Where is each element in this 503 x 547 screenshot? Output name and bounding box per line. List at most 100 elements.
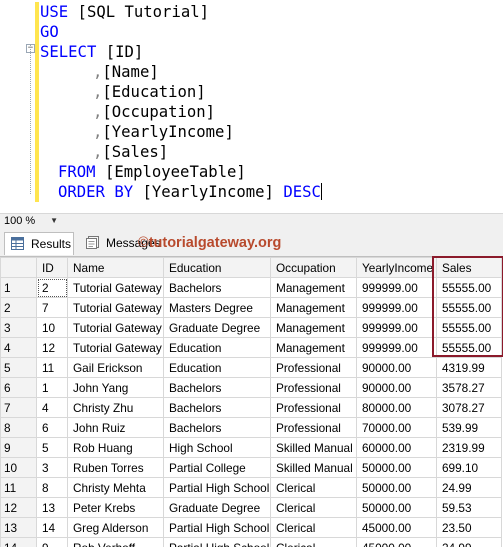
cell-education[interactable]: Graduate Degree <box>164 318 271 338</box>
cell-occupation[interactable]: Management <box>271 298 357 318</box>
table-row[interactable]: 103Ruben TorresPartial CollegeSkilled Ma… <box>1 458 502 478</box>
select-all-corner[interactable] <box>1 258 37 278</box>
cell-name[interactable]: Greg Alderson <box>68 518 164 538</box>
cell-id[interactable]: 6 <box>37 418 68 438</box>
cell-occupation[interactable]: Clerical <box>271 498 357 518</box>
cell-occupation[interactable]: Professional <box>271 358 357 378</box>
cell-name[interactable]: Christy Mehta <box>68 478 164 498</box>
cell-id[interactable]: 8 <box>37 478 68 498</box>
cell-id[interactable]: 3 <box>37 458 68 478</box>
cell-name[interactable]: Rob Huang <box>68 438 164 458</box>
cell-name[interactable]: John Yang <box>68 378 164 398</box>
table-row[interactable]: 1314Greg AldersonPartial High SchoolCler… <box>1 518 502 538</box>
cell-education[interactable]: Bachelors <box>164 278 271 298</box>
cell-sales[interactable]: 539.99 <box>437 418 502 438</box>
row-number[interactable]: 9 <box>1 438 37 458</box>
cell-education[interactable]: Partial High School <box>164 478 271 498</box>
row-number[interactable]: 12 <box>1 498 37 518</box>
zoom-dropdown-icon[interactable]: ▼ <box>50 214 58 228</box>
cell-name[interactable]: Tutorial Gateway <box>68 318 164 338</box>
cell-yearlyincome[interactable]: 999999.00 <box>357 318 437 338</box>
row-number[interactable]: 7 <box>1 398 37 418</box>
cell-education[interactable]: Partial College <box>164 458 271 478</box>
table-row[interactable]: 74Christy ZhuBachelorsProfessional80000.… <box>1 398 502 418</box>
cell-education[interactable]: Education <box>164 338 271 358</box>
cell-yearlyincome[interactable]: 50000.00 <box>357 498 437 518</box>
row-number[interactable]: 8 <box>1 418 37 438</box>
cell-yearlyincome[interactable]: 45000.00 <box>357 518 437 538</box>
row-number[interactable]: 11 <box>1 478 37 498</box>
cell-yearlyincome[interactable]: 60000.00 <box>357 438 437 458</box>
cell-id[interactable]: 4 <box>37 398 68 418</box>
cell-sales[interactable]: 699.10 <box>437 458 502 478</box>
cell-id[interactable]: 12 <box>37 338 68 358</box>
row-number[interactable]: 13 <box>1 518 37 538</box>
cell-occupation[interactable]: Professional <box>271 378 357 398</box>
cell-yearlyincome[interactable]: 70000.00 <box>357 418 437 438</box>
cell-occupation[interactable]: Skilled Manual <box>271 458 357 478</box>
cell-id[interactable]: 14 <box>37 518 68 538</box>
table-row[interactable]: 118Christy MehtaPartial High SchoolCleri… <box>1 478 502 498</box>
cell-occupation[interactable]: Skilled Manual <box>271 438 357 458</box>
cell-sales[interactable]: 55555.00 <box>437 278 502 298</box>
cell-sales[interactable]: 2319.99 <box>437 438 502 458</box>
cell-id[interactable]: 13 <box>37 498 68 518</box>
cell-yearlyincome[interactable]: 999999.00 <box>357 278 437 298</box>
query-editor[interactable]: − USE [SQL Tutorial] GO SELECT [ID] ,[Na… <box>0 0 503 213</box>
column-header-occupation[interactable]: Occupation <box>271 258 357 278</box>
cell-education[interactable]: Bachelors <box>164 418 271 438</box>
cell-yearlyincome[interactable]: 999999.00 <box>357 298 437 318</box>
cell-education[interactable]: High School <box>164 438 271 458</box>
cell-name[interactable]: John Ruiz <box>68 418 164 438</box>
cell-name[interactable]: Christy Zhu <box>68 398 164 418</box>
cell-occupation[interactable]: Management <box>271 318 357 338</box>
cell-sales[interactable]: 3578.27 <box>437 378 502 398</box>
row-number[interactable]: 6 <box>1 378 37 398</box>
cell-sales[interactable]: 23.50 <box>437 518 502 538</box>
column-header-sales[interactable]: Sales <box>437 258 502 278</box>
table-row[interactable]: 12Tutorial GatewayBachelorsManagement999… <box>1 278 502 298</box>
table-row[interactable]: 86John RuizBachelorsProfessional70000.00… <box>1 418 502 438</box>
cell-yearlyincome[interactable]: 80000.00 <box>357 398 437 418</box>
cell-name[interactable]: Tutorial Gateway <box>68 278 164 298</box>
cell-name[interactable]: Ruben Torres <box>68 458 164 478</box>
cell-id[interactable]: 5 <box>37 438 68 458</box>
row-number[interactable]: 10 <box>1 458 37 478</box>
cell-occupation[interactable]: Professional <box>271 398 357 418</box>
cell-name[interactable]: Tutorial Gateway <box>68 338 164 358</box>
table-row[interactable]: 27Tutorial GatewayMasters DegreeManageme… <box>1 298 502 318</box>
table-row[interactable]: 511Gail EricksonEducationProfessional900… <box>1 358 502 378</box>
cell-education[interactable]: Masters Degree <box>164 298 271 318</box>
cell-id[interactable]: 2 <box>37 278 68 298</box>
cell-sales[interactable]: 55555.00 <box>437 298 502 318</box>
column-header-yearlyincome[interactable]: YearlyIncome <box>357 258 437 278</box>
cell-yearlyincome[interactable]: 90000.00 <box>357 358 437 378</box>
row-number[interactable]: 1 <box>1 278 37 298</box>
cell-occupation[interactable]: Clerical <box>271 518 357 538</box>
table-row[interactable]: 95Rob HuangHigh SchoolSkilled Manual6000… <box>1 438 502 458</box>
cell-sales[interactable]: 3078.27 <box>437 398 502 418</box>
row-number[interactable]: 5 <box>1 358 37 378</box>
table-row[interactable]: 1213Peter KrebsGraduate DegreeClerical50… <box>1 498 502 518</box>
cell-education[interactable]: Partial High School <box>164 518 271 538</box>
table-row[interactable]: 61John YangBachelorsProfessional90000.00… <box>1 378 502 398</box>
cell-name[interactable]: Tutorial Gateway <box>68 298 164 318</box>
cell-yearlyincome[interactable]: 50000.00 <box>357 458 437 478</box>
cell-education[interactable]: Bachelors <box>164 398 271 418</box>
cell-id[interactable]: 7 <box>37 298 68 318</box>
cell-education[interactable]: Graduate Degree <box>164 498 271 518</box>
cell-education[interactable]: Bachelors <box>164 378 271 398</box>
cell-occupation[interactable]: Clerical <box>271 478 357 498</box>
column-header-name[interactable]: Name <box>68 258 164 278</box>
cell-education[interactable]: Education <box>164 358 271 378</box>
cell-sales[interactable]: 55555.00 <box>437 338 502 358</box>
cell-name[interactable]: Gail Erickson <box>68 358 164 378</box>
cell-sales[interactable]: 4319.99 <box>437 358 502 378</box>
cell-sales[interactable]: 24.99 <box>437 478 502 498</box>
results-grid[interactable]: ID Name Education Occupation YearlyIncom… <box>0 256 503 547</box>
cell-id[interactable]: 11 <box>37 358 68 378</box>
cell-id[interactable]: 10 <box>37 318 68 338</box>
column-header-id[interactable]: ID <box>37 258 68 278</box>
table-row[interactable]: 310Tutorial GatewayGraduate DegreeManage… <box>1 318 502 338</box>
cell-yearlyincome[interactable]: 90000.00 <box>357 378 437 398</box>
